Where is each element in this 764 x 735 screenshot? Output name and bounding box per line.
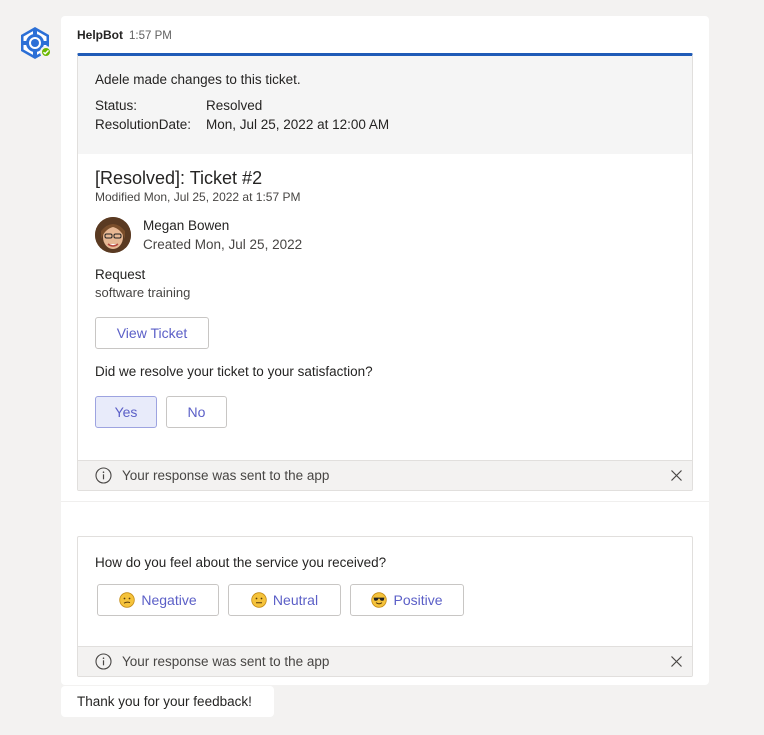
- fact-row-resolution-date: ResolutionDate: Mon, Jul 25, 2022 at 12:…: [95, 115, 675, 134]
- person-created: Created Mon, Jul 25, 2022: [143, 237, 303, 252]
- view-ticket-button[interactable]: View Ticket: [95, 317, 209, 349]
- positive-button[interactable]: Positive: [350, 584, 464, 616]
- negative-button[interactable]: Negative: [97, 584, 219, 616]
- no-button[interactable]: No: [166, 396, 227, 428]
- confused-face-icon: [119, 592, 136, 608]
- satisfaction-question: Did we resolve your ticket to your satis…: [95, 364, 373, 379]
- ticket-creator: Megan Bowen Created Mon, Jul 25, 2022: [95, 216, 675, 254]
- avatar[interactable]: [95, 217, 131, 253]
- close-icon[interactable]: [670, 655, 683, 668]
- ticket-card: Adele made changes to this ticket. Statu…: [77, 53, 693, 491]
- neutral-button[interactable]: Neutral: [228, 584, 341, 616]
- info-icon: [95, 653, 112, 670]
- close-icon[interactable]: [670, 469, 683, 482]
- response-sent-bar: Your response was sent to the app: [78, 646, 692, 676]
- fact-value: Resolved: [206, 98, 263, 113]
- satisfaction-buttons: Yes No: [95, 396, 675, 428]
- fact-value: Mon, Jul 25, 2022 at 12:00 AM: [206, 117, 390, 132]
- response-sent-text: Your response was sent to the app: [122, 468, 330, 483]
- thanks-text: Thank you for your feedback!: [77, 694, 252, 709]
- response-sent-text: Your response was sent to the app: [122, 654, 330, 669]
- fact-row-status: Status: Resolved: [95, 96, 675, 115]
- sunglasses-face-icon: [371, 592, 388, 608]
- positive-label: Positive: [393, 592, 443, 608]
- changes-title: Adele made changes to this ticket.: [95, 72, 301, 87]
- ticket-title: [Resolved]: Ticket #2: [95, 168, 263, 188]
- feedback-question: How do you feel about the service you re…: [95, 555, 387, 570]
- feedback-buttons: Negative Neutral Positive: [78, 572, 692, 616]
- response-sent-bar: Your response was sent to the app: [78, 460, 692, 490]
- fact-key: ResolutionDate:: [95, 117, 192, 132]
- ticket-modified: Modified Mon, Jul 25, 2022 at 1:57 PM: [95, 190, 301, 204]
- message-timestamp: 1:57 PM: [129, 30, 172, 42]
- thanks-message: Thank you for your feedback!: [61, 686, 274, 717]
- fact-key: Status:: [95, 98, 138, 113]
- request-value: software training: [95, 285, 191, 300]
- request-label: Request: [95, 267, 146, 282]
- info-icon: [95, 467, 112, 484]
- message-header: HelpBot 1:57 PM: [77, 28, 172, 42]
- presence-available-icon: [40, 46, 52, 58]
- negative-label: Negative: [141, 592, 197, 608]
- yes-button[interactable]: Yes: [95, 396, 157, 428]
- ticket-details: [Resolved]: Ticket #2 Modified Mon, Jul …: [78, 154, 692, 428]
- neutral-face-icon: [251, 592, 267, 608]
- person-name: Megan Bowen: [143, 218, 230, 233]
- feedback-card: How do you feel about the service you re…: [77, 536, 693, 677]
- neutral-label: Neutral: [272, 592, 319, 608]
- changes-summary: Adele made changes to this ticket. Statu…: [78, 56, 692, 154]
- message-divider: [61, 501, 709, 502]
- sender-name[interactable]: HelpBot: [77, 28, 123, 42]
